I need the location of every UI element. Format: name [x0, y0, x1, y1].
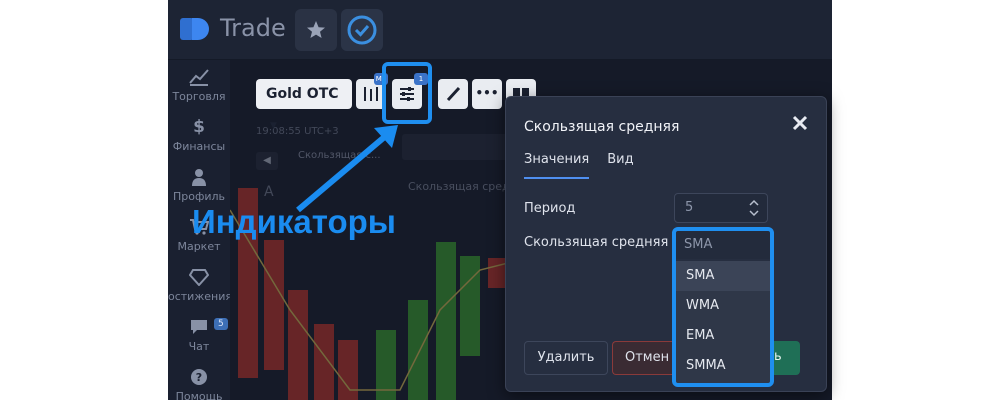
dialog-title: Скользящая средняя: [524, 119, 680, 135]
dialog-tabs: Значения Вид: [524, 152, 634, 179]
sidebar-item-label: Чат: [188, 340, 210, 353]
star-icon: [307, 21, 325, 38]
sidebar-item-trade[interactable]: Торговля: [168, 68, 230, 103]
sidebar-item-help[interactable]: ? Помощь: [168, 368, 230, 400]
tab-view[interactable]: Вид: [607, 152, 633, 179]
check-circle-icon: [347, 15, 377, 45]
sidebar-item-label: Помощь: [175, 390, 223, 400]
sidebar-item-label: остижения: [168, 290, 232, 303]
diamond-icon: [189, 269, 209, 286]
sidebar-item-label: Торговля: [172, 90, 226, 103]
sidebar-item-label: Маркет: [177, 240, 221, 253]
chevron-down-icon: ▼: [270, 121, 277, 131]
brush-icon: [446, 86, 461, 102]
cancel-button[interactable]: Отмен: [612, 341, 672, 375]
sidebar-item-label: Профиль: [172, 190, 226, 203]
close-icon[interactable]: [790, 113, 810, 133]
period-label: Период: [524, 201, 576, 216]
top-bar: Trade: [168, 0, 832, 60]
tab-values[interactable]: Значения: [524, 152, 590, 179]
ma-type-label: Скользящая средняя: [524, 235, 669, 250]
indicators-highlight: [382, 62, 432, 124]
more-icon: •••: [475, 86, 499, 100]
asset-selector[interactable]: Gold OTC ▼: [256, 79, 352, 131]
app-title: Trade: [220, 14, 286, 42]
chart-icon: [189, 69, 209, 86]
favorites-button[interactable]: [295, 9, 337, 51]
sidebar-item-chat[interactable]: 5 Чат: [168, 318, 230, 353]
sidebar-item-profile[interactable]: Профиль: [168, 168, 230, 203]
draw-tool-button[interactable]: [438, 79, 468, 109]
status-button[interactable]: [341, 9, 383, 51]
dropdown-highlight: [672, 227, 774, 387]
more-button[interactable]: •••: [472, 79, 502, 109]
chat-icon: [191, 320, 207, 334]
delete-button[interactable]: Удалить: [524, 341, 608, 375]
annotation-label: Индикаторы: [192, 203, 396, 240]
svg-text:?: ?: [196, 371, 202, 384]
dollar-icon: $: [193, 117, 205, 137]
sidebar-item-finance[interactable]: $ Финансы: [168, 118, 230, 153]
logo-icon: [180, 18, 209, 40]
chat-badge: 5: [214, 318, 228, 330]
indicator-settings-dialog: Скользящая средняя Значения Вид Период 5…: [505, 96, 827, 392]
help-icon: ?: [191, 369, 207, 385]
apply-button[interactable]: ь: [774, 341, 800, 375]
asset-label: Gold OTC: [266, 86, 339, 102]
stepper-icon[interactable]: [749, 198, 759, 218]
user-icon: [192, 169, 206, 186]
sidebar-item-label: Финансы: [172, 140, 226, 153]
period-input[interactable]: 5: [674, 193, 768, 223]
sidebar-item-achievements[interactable]: остижения: [168, 268, 232, 303]
period-value: 5: [685, 200, 694, 215]
